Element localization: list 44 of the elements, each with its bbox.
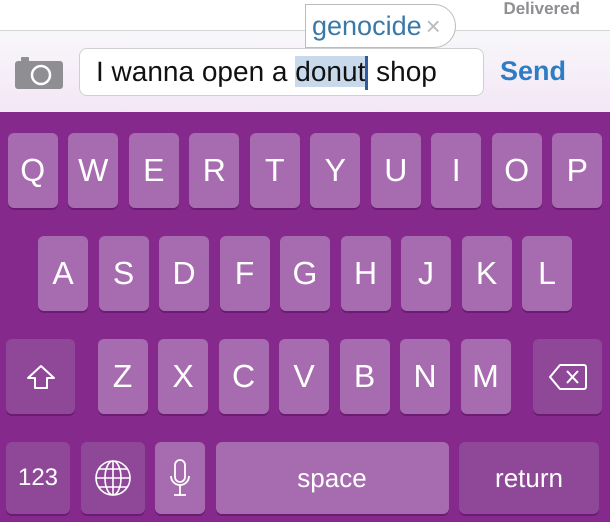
letter-key[interactable]: D [159,236,209,311]
letter-key[interactable]: J [401,236,451,311]
letter-key[interactable]: P [552,133,602,208]
letter-key[interactable]: F [220,236,270,311]
microphone-key[interactable] [155,442,205,514]
letter-key[interactable]: C [218,339,268,414]
letter-key[interactable]: T [250,133,300,208]
microphone-icon [168,458,192,498]
globe-icon [92,458,132,498]
space-key[interactable]: space [216,442,448,514]
numbers-key[interactable]: 123 [6,442,70,514]
message-input-field[interactable]: I wanna open a donut shop [79,48,484,96]
delivered-status: Delivered [503,0,580,20]
delete-key[interactable] [533,339,602,414]
shift-arrow-icon [26,364,56,390]
letter-key[interactable]: M [460,339,510,414]
shift-key[interactable] [6,339,75,414]
letter-key[interactable]: K [462,236,512,311]
letter-key[interactable]: Y [310,133,360,208]
camera-icon[interactable] [15,54,63,88]
autocorrect-suggestion: genocide [312,10,422,42]
letter-key[interactable]: R [189,133,240,208]
return-key[interactable]: return [459,442,599,514]
letter-key[interactable]: U [370,133,421,208]
letter-key[interactable]: S [98,236,148,311]
letter-key[interactable]: B [340,339,390,414]
letter-key[interactable]: W [68,133,118,208]
globe-key[interactable] [80,442,144,514]
letter-key[interactable]: A [38,236,88,311]
letter-key[interactable]: E [128,133,179,208]
letter-key[interactable]: V [279,339,329,414]
delete-icon [548,362,588,390]
send-button[interactable]: Send [500,56,566,87]
letter-key[interactable]: I [431,133,482,208]
letter-key[interactable]: O [492,133,542,208]
letter-key[interactable]: L [522,236,572,311]
letter-key[interactable]: X [158,339,208,414]
letter-key[interactable]: G [280,236,330,311]
text-cursor [365,56,368,90]
letter-key[interactable]: H [340,236,390,311]
letter-key[interactable]: Z [98,339,148,414]
letter-key[interactable]: N [400,339,450,414]
autocorrect-bubble[interactable]: genocide× [305,4,456,48]
letter-key[interactable]: Q [8,133,58,208]
